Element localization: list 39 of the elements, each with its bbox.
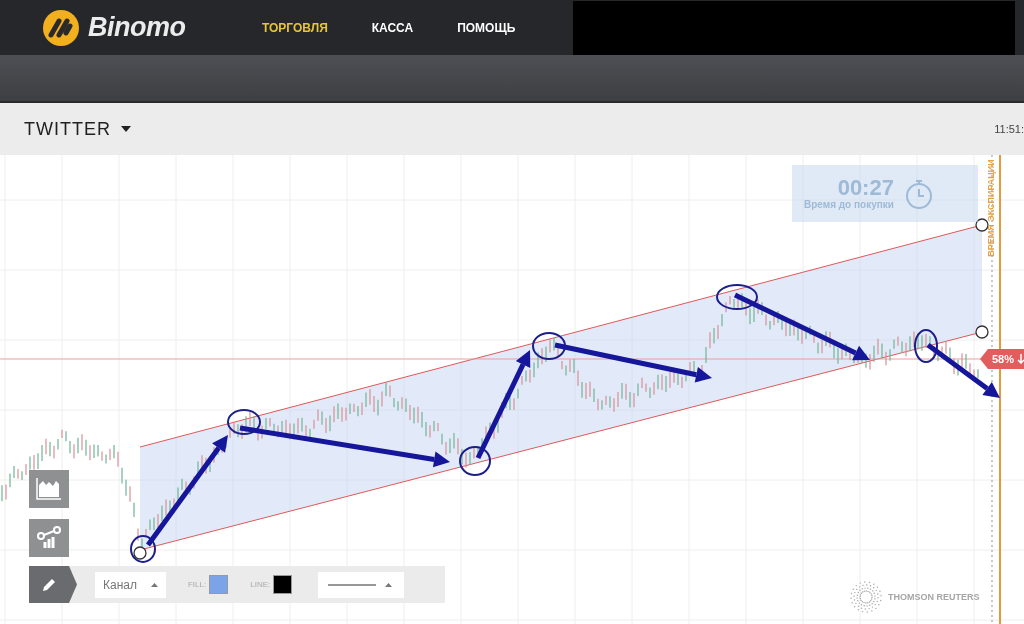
channel-handle[interactable] [133, 546, 147, 560]
nav-link[interactable]: ПОМОЩЬ [457, 20, 538, 35]
line-label: LINE: [250, 580, 271, 589]
area-chart-icon [36, 477, 62, 501]
highlight-circle [130, 535, 156, 563]
reuters-logo-icon [850, 581, 882, 613]
pencil-icon [41, 576, 57, 593]
line-sample-icon [328, 583, 377, 586]
expiry-label: ВРЕМЯ ЭКСПИРАЦИИ [986, 158, 996, 259]
caret-icon [121, 126, 131, 132]
line-style-dropdown[interactable] [318, 571, 405, 598]
channel-handle[interactable] [975, 218, 989, 232]
caret-icon [150, 582, 158, 587]
channel-handle[interactable] [975, 325, 989, 339]
highlight-circle [227, 409, 261, 435]
down-arrow-icon [1017, 354, 1024, 364]
indicators-icon [36, 526, 62, 550]
probability-badge: 58% [980, 349, 1024, 369]
highlight-circle [532, 332, 566, 360]
caret-icon [385, 582, 393, 587]
highlight-circle [459, 446, 491, 476]
logo-icon [42, 8, 80, 47]
line-color-swatch[interactable] [273, 575, 293, 594]
timer-value: 00:27 [837, 177, 894, 199]
indicators-button[interactable] [29, 519, 69, 557]
nav-link[interactable]: ТОРГОВЛЯ [262, 20, 350, 35]
highlight-circle [914, 329, 938, 363]
clock-time: 11:51: [994, 123, 1024, 135]
stopwatch-icon [903, 177, 934, 210]
highlight-circle [716, 284, 758, 310]
nav-link[interactable]: КАССА [371, 20, 436, 35]
chart-type-button[interactable] [29, 470, 69, 508]
asset-selector[interactable]: TWITTER [24, 118, 131, 140]
tool-dropdown[interactable]: Канал [95, 571, 166, 598]
drawing-tool-button[interactable] [29, 566, 77, 603]
timer-label: Время до покупки [804, 199, 894, 210]
brand-name: Binomo [88, 12, 186, 43]
provider-logo-text: THOMSON REUTERS [888, 592, 980, 602]
fill-color-swatch[interactable] [209, 575, 229, 594]
